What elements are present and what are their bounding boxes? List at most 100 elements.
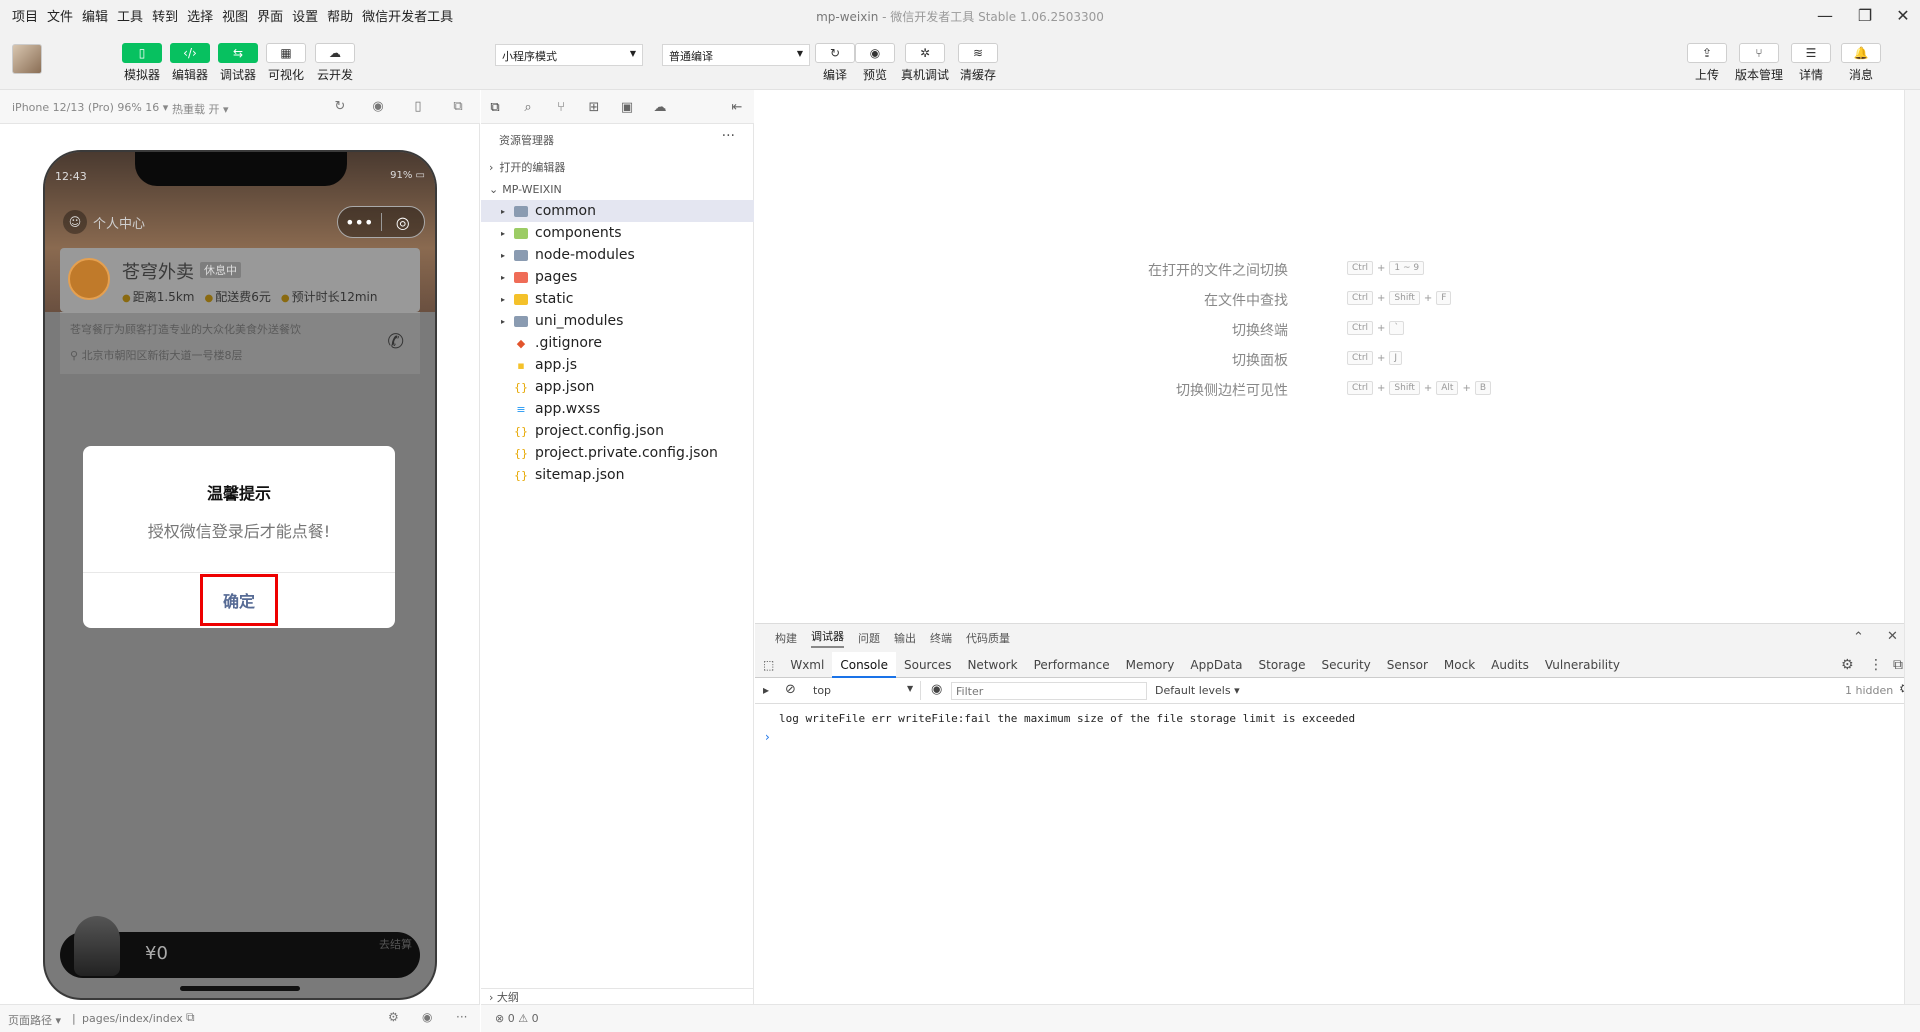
toolbar-button-upload[interactable]: ⇪ 上传	[1684, 43, 1730, 83]
kebab-menu-icon[interactable]: ⋮	[1869, 657, 1883, 673]
devtools-top-tab[interactable]: 终端	[930, 630, 952, 646]
devtools-tab-appdata[interactable]: AppData	[1182, 652, 1250, 678]
tree-file[interactable]: ≡ app.wxss	[481, 398, 754, 420]
dock-icon[interactable]: ⧉	[1893, 657, 1903, 673]
phone-icon[interactable]: ▯	[410, 100, 426, 114]
section-project[interactable]: MP-WEIXIN	[481, 180, 754, 200]
user-icon: ☺	[63, 210, 87, 234]
more-icon[interactable]: ···	[456, 1010, 467, 1024]
settings-icon[interactable]: ⚙	[1841, 657, 1854, 673]
toolbar-button-bell[interactable]: 🔔 消息	[1838, 43, 1884, 83]
problems-indicator[interactable]: ⊗ 0 ⚠ 0	[495, 1012, 539, 1025]
rotate-icon[interactable]: ↻	[332, 100, 348, 114]
mode-select[interactable]: 小程序模式 ▼	[495, 44, 643, 66]
tree-file[interactable]: {} sitemap.json	[481, 464, 754, 486]
toolbar-button-debug[interactable]: ⇆ 调试器	[215, 43, 261, 83]
tree-folder[interactable]: ▸ node-modules	[481, 244, 754, 266]
dialog-confirm-button[interactable]: 确定	[200, 574, 278, 626]
restore-button[interactable]: ❐	[1850, 4, 1880, 26]
storage-icon[interactable]: ▣	[619, 100, 635, 116]
clear-console-icon[interactable]: ⊘	[785, 682, 796, 697]
devtools-tab-mock[interactable]: Mock	[1436, 652, 1483, 678]
twistie-icon: ▸	[500, 316, 505, 326]
tree-folder[interactable]: ▸ common	[481, 200, 754, 222]
shop-description: 苍穹餐厅为顾客打造专业的大众化美食外送餐饮	[70, 323, 301, 336]
log-levels-select[interactable]: Default levels ▾	[1155, 684, 1240, 697]
devtools-tab-security[interactable]: Security	[1313, 652, 1378, 678]
toolbar-button-bug[interactable]: ✲ 真机调试	[901, 43, 949, 83]
collapse-panel-icon[interactable]: ⇤	[729, 100, 745, 116]
toolbar-button-code[interactable]: ‹/› 编辑器	[167, 43, 213, 83]
hot-reload-select[interactable]: 热重载 开 ▾	[172, 101, 229, 117]
tree-file[interactable]: {} project.private.config.json	[481, 442, 754, 464]
files-icon[interactable]: ⧉	[487, 100, 503, 116]
tree-folder[interactable]: ▸ uni_modules	[481, 310, 754, 332]
tree-folder[interactable]: ▸ static	[481, 288, 754, 310]
collapse-icon[interactable]: ⌃	[1853, 630, 1864, 645]
toolbar-button-menu[interactable]: ☰ 详情	[1788, 43, 1834, 83]
bug-icon[interactable]: ⚙	[388, 1010, 399, 1024]
inspect-icon[interactable]: ⬚	[755, 652, 782, 678]
devtools-tab-console[interactable]: Console	[832, 651, 896, 678]
toolbar-button-cloud[interactable]: ☁ 云开发	[312, 43, 358, 83]
page-path-label[interactable]: 页面路径 ▾	[8, 1012, 61, 1028]
right-scrollbar[interactable]	[1904, 90, 1920, 1004]
devtools-tab-sources[interactable]: Sources	[896, 652, 959, 678]
eye-icon[interactable]: ◉	[931, 682, 942, 697]
record-icon[interactable]: ◉	[370, 100, 386, 114]
close-window-button[interactable]: ✕	[1888, 4, 1918, 26]
minimize-button[interactable]: —	[1810, 4, 1840, 26]
toolbar-button-eye[interactable]: ◉ 预览	[852, 43, 898, 83]
device-select[interactable]: iPhone 12/13 (Pro) 96% 16 ▾	[12, 101, 168, 114]
docker-icon[interactable]: ☁	[652, 100, 668, 116]
eye-icon[interactable]: ◉	[422, 1010, 432, 1024]
devtools-top-tab[interactable]: 代码质量	[966, 630, 1010, 646]
devtools-tab-vulnerability[interactable]: Vulnerability	[1537, 652, 1628, 678]
more-icon[interactable]: •••	[338, 213, 381, 232]
avatar[interactable]	[12, 44, 42, 74]
tree-folder[interactable]: ▸ components	[481, 222, 754, 244]
context-select[interactable]: top ▼	[805, 681, 921, 700]
section-open-editors[interactable]: 打开的编辑器	[481, 158, 754, 178]
toolbar-button-label: 清缓存	[959, 68, 996, 82]
search-icon[interactable]: ⌕	[520, 100, 536, 116]
devtools-top-tab[interactable]: 输出	[894, 630, 916, 646]
extensions-icon[interactable]: ⊞	[586, 100, 602, 116]
close-icon[interactable]: ✕	[1887, 629, 1898, 644]
tree-file[interactable]: {} app.json	[481, 376, 754, 398]
devtools-tab-network[interactable]: Network	[959, 652, 1025, 678]
git-icon[interactable]: ⑂	[553, 100, 569, 116]
devtools-top-tab[interactable]: 构建	[775, 630, 797, 646]
popout-icon[interactable]: ⧉	[450, 100, 466, 114]
devtools-tab-performance[interactable]: Performance	[1026, 652, 1118, 678]
console-prompt[interactable]: ›	[765, 730, 770, 744]
compile-select[interactable]: 普通编译 ▼	[662, 44, 810, 66]
devtools-tab-memory[interactable]: Memory	[1118, 652, 1183, 678]
toolbar-button-phone[interactable]: ▯ 模拟器	[119, 43, 165, 83]
tree-file[interactable]: {} project.config.json	[481, 420, 754, 442]
devtools-tab-storage[interactable]: Storage	[1251, 652, 1314, 678]
checkout-button[interactable]: 去结算	[379, 936, 412, 952]
filter-input[interactable]	[951, 682, 1147, 700]
user-center-link[interactable]: ☺ 个人中心	[63, 210, 145, 234]
close-capsule-icon[interactable]: ◎	[382, 213, 425, 232]
devtools-tab-sensor[interactable]: Sensor	[1379, 652, 1436, 678]
toolbar-button-branch[interactable]: ⑂ 版本管理	[1735, 43, 1783, 83]
devtools-top-tab[interactable]: 调试器	[811, 628, 844, 648]
section-outline[interactable]: › 大纲	[481, 988, 754, 1004]
toolbar-button-layers[interactable]: ≋ 清缓存	[955, 43, 1001, 83]
toolbar-button-layout[interactable]: ▦ 可视化	[263, 43, 309, 83]
tree-item-label: app.wxss	[535, 401, 601, 417]
devtools-tab-wxml[interactable]: Wxml	[782, 652, 832, 678]
cart-icon[interactable]	[74, 916, 120, 976]
copy-icon[interactable]: ⧉	[186, 1010, 195, 1025]
tree-folder[interactable]: ▸ pages	[481, 266, 754, 288]
folder-shape	[514, 249, 528, 261]
explorer-more-button[interactable]: ···	[722, 128, 735, 144]
tree-file[interactable]: ▪ app.js	[481, 354, 754, 376]
devtools-tab-audits[interactable]: Audits	[1483, 652, 1537, 678]
tree-file[interactable]: ◆ .gitignore	[481, 332, 754, 354]
call-icon[interactable]: ✆	[387, 329, 404, 353]
sidebar-toggle-icon[interactable]: ▸	[763, 683, 769, 697]
devtools-top-tab[interactable]: 问题	[858, 630, 880, 646]
